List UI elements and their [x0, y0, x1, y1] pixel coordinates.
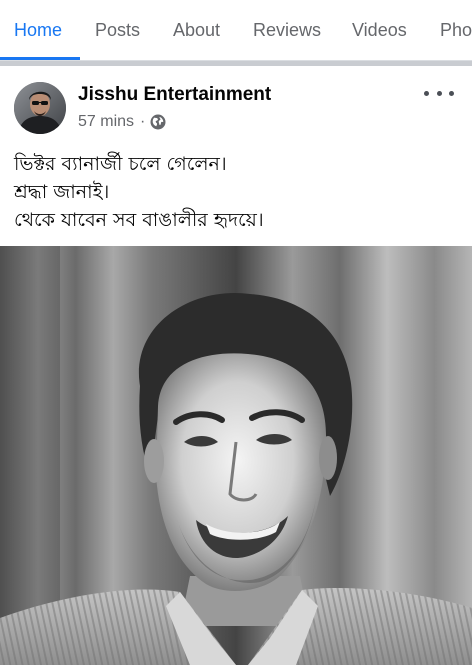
avatar-image	[14, 82, 66, 134]
globe-icon	[150, 114, 166, 130]
tab-reviews[interactable]: Reviews	[253, 0, 321, 60]
post-photo[interactable]	[0, 246, 472, 665]
more-dot	[436, 90, 442, 96]
author-name[interactable]: Jisshu Entertainment	[78, 84, 271, 106]
tab-posts[interactable]: Posts	[95, 0, 140, 60]
active-tab-indicator	[0, 57, 80, 60]
more-options-icon[interactable]	[424, 83, 454, 103]
post-text-line: থেকে যাবেন সব বাঙালীর হৃদয়ে।	[14, 209, 264, 231]
tab-home[interactable]: Home	[14, 0, 62, 60]
tab-videos[interactable]: Videos	[352, 0, 407, 60]
post-text-line: ভিক্টর ব্যানার্জী চলে গেলেন।	[14, 153, 227, 175]
page-tabs: Home Posts About Reviews Videos Pho	[0, 0, 472, 61]
post-card: Jisshu Entertainment 57 mins · ভিক্টর ব্…	[0, 66, 472, 665]
portrait-photo	[0, 246, 472, 665]
post-time[interactable]: 57 mins	[78, 113, 134, 131]
post-meta: 57 mins ·	[78, 113, 166, 131]
post-text: ভিক্টর ব্যানার্জী চলে গেলেন। শ্রদ্ধা জান…	[14, 150, 464, 234]
more-dot	[449, 90, 454, 96]
tab-about[interactable]: About	[173, 0, 220, 60]
meta-separator: ·	[140, 113, 146, 130]
tab-photos[interactable]: Pho	[440, 0, 472, 60]
more-dot	[424, 90, 429, 96]
post-text-line: শ্রদ্ধা জানাই।	[14, 181, 110, 203]
avatar[interactable]	[14, 82, 66, 134]
